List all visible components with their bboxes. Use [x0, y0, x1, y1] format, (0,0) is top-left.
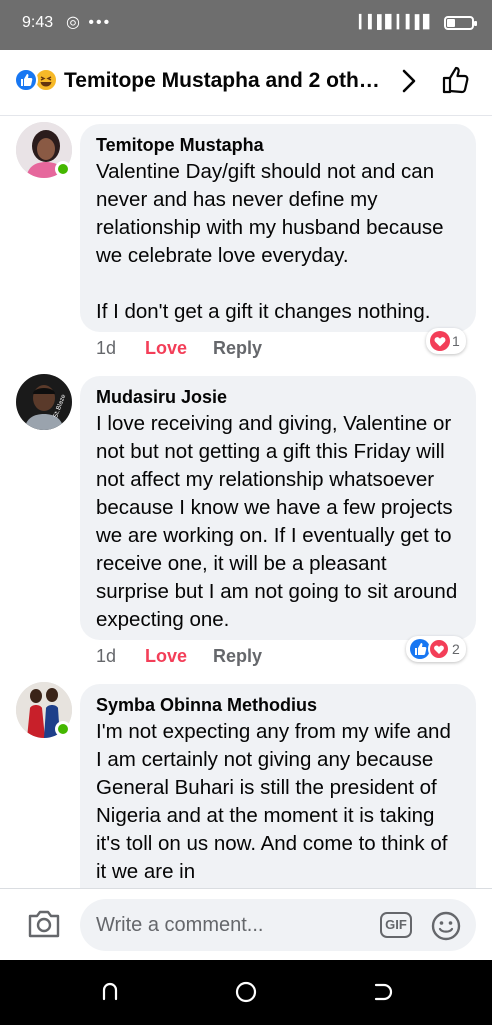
back-icon[interactable] [370, 980, 394, 1009]
like-icon [14, 68, 38, 92]
like-thumb-icon[interactable] [440, 64, 472, 101]
reactions-header[interactable]: Temitope Mustapha and 2 othe... [0, 50, 492, 116]
comment-text: Valentine Day/gift should not and can ne… [96, 160, 444, 323]
comments-feed[interactable]: Temitope Mustapha Valentine Day/gift sho… [0, 116, 492, 888]
home-icon[interactable] [234, 980, 258, 1009]
commenter-name[interactable]: Mudasiru Josie [96, 386, 460, 408]
emoji-icon[interactable] [430, 910, 462, 947]
comment-bubble[interactable]: Mudasiru Josie I love receiving and givi… [80, 376, 476, 640]
love-reaction-icon [430, 331, 450, 351]
love-reaction-icon [428, 638, 450, 660]
reaction-count-badge[interactable]: 1 [426, 328, 466, 354]
reply-button[interactable]: Reply [213, 646, 262, 667]
comment-timestamp: 1d [96, 338, 117, 358]
header-title[interactable]: Temitope Mustapha and 2 othe... [64, 69, 384, 93]
like-reaction-icon [410, 639, 430, 659]
status-notification-icons: ◎ ••• [66, 14, 112, 31]
comment-composer: Write a comment... GIF [0, 888, 492, 960]
online-status-dot [55, 161, 71, 177]
comment-timestamp: 1d [96, 646, 117, 666]
comment-text: I love receiving and giving, Valentine o… [96, 412, 458, 631]
commenter-name[interactable]: Symba Obinna Methodius [96, 694, 460, 716]
online-status-dot [55, 721, 71, 737]
camera-icon[interactable] [26, 907, 62, 946]
commenter-name[interactable]: Temitope Mustapha [96, 134, 460, 156]
header-reactions [14, 68, 62, 94]
reaction-count-badge[interactable]: 2 [406, 636, 466, 662]
signal-icon: ▎▍▌▋ ▎▍▌▋ [358, 14, 433, 29]
status-time: 9:43 [22, 14, 54, 31]
love-button[interactable]: Love [145, 338, 187, 359]
chevron-right-icon[interactable] [398, 66, 420, 101]
comment-bubble[interactable]: Symba Obinna Methodius I'm not expecting… [80, 684, 476, 888]
battery-icon [444, 16, 477, 30]
comment-input[interactable]: Write a comment... GIF [80, 899, 476, 951]
gif-button[interactable]: GIF [380, 912, 412, 938]
reply-button[interactable]: Reply [213, 338, 262, 359]
system-navigation-bar [0, 960, 492, 1025]
avatar[interactable]: St.Blaze [16, 374, 72, 430]
reaction-count: 1 [452, 333, 460, 349]
comment-input-placeholder: Write a comment... [96, 914, 264, 936]
love-button[interactable]: Love [145, 646, 187, 667]
reaction-count: 2 [452, 641, 460, 657]
comment-text: I'm not expecting any from my wife and I… [96, 720, 451, 883]
recent-apps-icon[interactable] [98, 980, 122, 1009]
comment-bubble[interactable]: Temitope Mustapha Valentine Day/gift sho… [80, 124, 476, 332]
status-bar: 9:43 ◎ ••• ▎▍▌▋ ▎▍▌▋ [0, 0, 492, 50]
